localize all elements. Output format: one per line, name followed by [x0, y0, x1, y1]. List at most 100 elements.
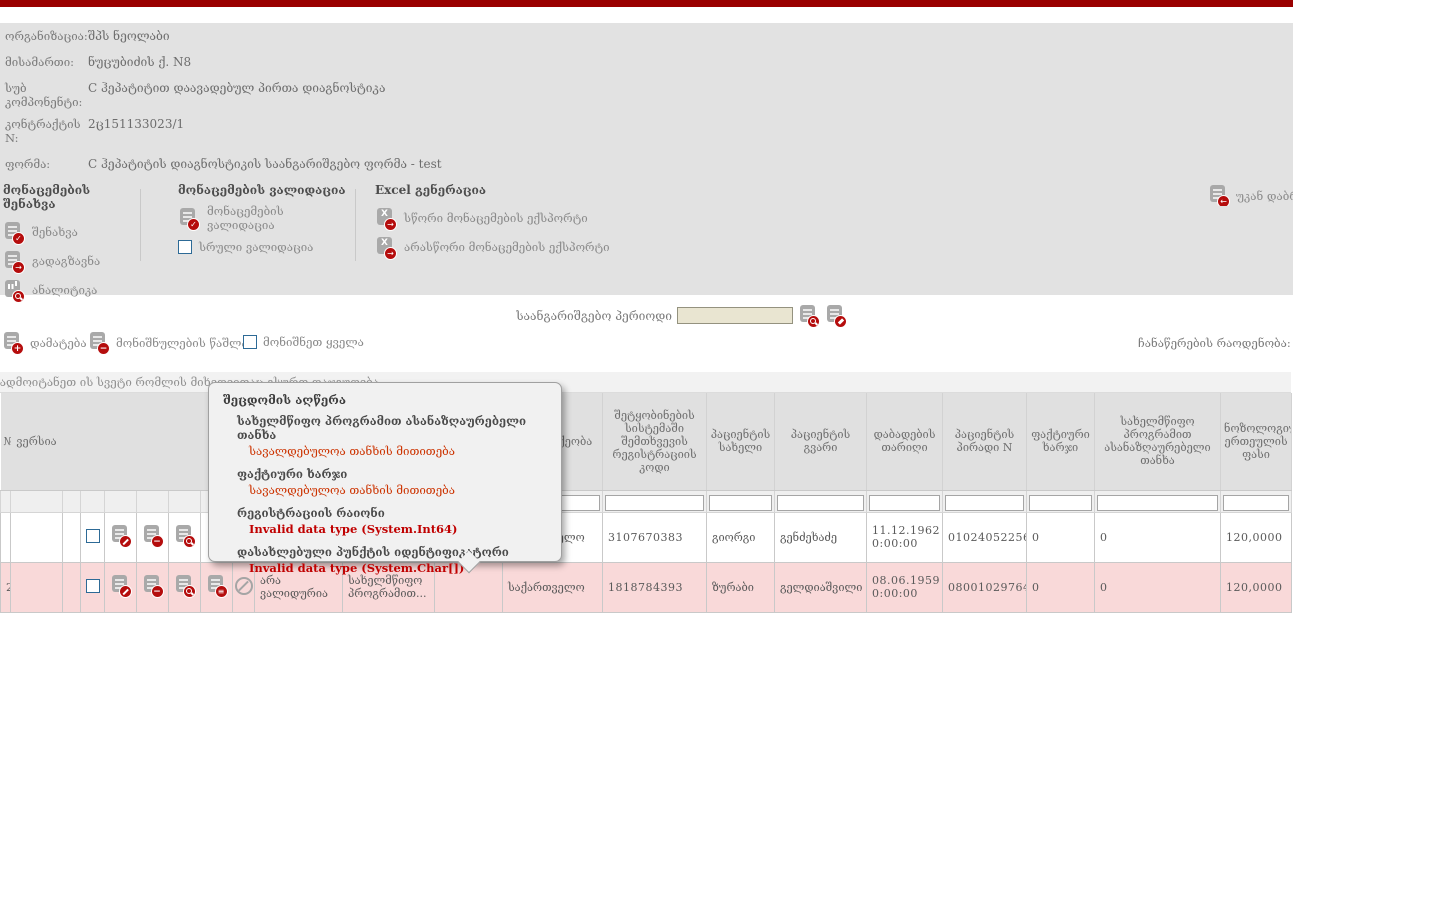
row-program-amount: 0 [1095, 562, 1221, 612]
col-header-reg-code[interactable]: შეტყობინების სისტემაში შემთხვევის რეგისტ… [603, 393, 707, 490]
info-panel: ორგანიზაცია: შპს ნეოლაბი მისამართი: ნუცუ… [0, 23, 1293, 295]
report-period-label: საანგარიშგებო პერიოდი [505, 309, 672, 323]
back-button[interactable]: უკან დაბრუნება [1208, 185, 1293, 206]
row-cell-empty [63, 512, 81, 562]
row-version [11, 562, 63, 612]
actions-row: დამატება მონიშნულების წაშლა მონიშნეთ ყვე… [0, 332, 1293, 358]
excel-group-title: Excel გენერაცია [375, 183, 615, 197]
add-icon [2, 332, 24, 353]
export-invalid-label: არასწორი მონაცემების ექსპორტი [404, 240, 610, 254]
col-header-personal-no[interactable]: პაციენტის პირადი N [943, 393, 1027, 490]
col-header-nosology-price[interactable]: ნოზოლოგიური ერთეულის ფასი [1221, 393, 1292, 490]
col-header-first-name[interactable]: პაციენტის სახელი [707, 393, 775, 490]
delete-selected-button[interactable]: მონიშნულების წაშლა [88, 332, 248, 353]
back-label: უკან დაბრუნება [1236, 189, 1293, 203]
row-checkbox[interactable] [86, 579, 100, 593]
view-row-icon[interactable] [174, 575, 196, 596]
save-button[interactable]: შენახვა [3, 220, 138, 244]
row-actual-cost: 0 [1027, 562, 1095, 612]
filter-input-first-name[interactable] [709, 495, 772, 511]
report-period-input[interactable] [677, 307, 793, 324]
filter-input-nosology-price[interactable] [1223, 495, 1289, 511]
info-row-form: ფორმა: C ჰეპატიტის დიაგნოსტიკის საანგარი… [5, 157, 905, 172]
delete-icon [88, 332, 110, 353]
analytics-button[interactable]: ანალიტიკა [3, 278, 138, 302]
analytics-label: ანალიტიკა [32, 283, 97, 297]
row-checkbox[interactable] [86, 529, 100, 543]
delete-row-icon[interactable] [142, 525, 164, 546]
col-header-empty [63, 393, 81, 490]
validate-icon [178, 208, 200, 229]
export-valid-label: სწორი მონაცემების ექსპორტი [404, 211, 588, 225]
divider [140, 189, 141, 261]
row-nosology-price: 120,0000 [1221, 512, 1292, 562]
subcomponent-label: სუბ კომპონენტი: [5, 81, 88, 110]
delete-selected-label: მონიშნულების წაშლა [116, 336, 248, 350]
save-icon [3, 222, 25, 243]
table-row: საქართველო 3107670383 გიორგი გენძეხაძე 1… [1, 512, 1292, 562]
contract-value: 2ც151133023/1 [88, 117, 184, 146]
col-header-delete [137, 393, 169, 490]
row-errors-icon[interactable] [206, 575, 228, 596]
toolbar: მონაცემების შენახვა შენახვა გადაგზავნა ა… [0, 183, 1293, 295]
grid-header-row: № ვერსია მოქალაქეობა შეტყობინების სისტემ… [1, 393, 1292, 490]
row-reg-code: 3107670383 [603, 512, 707, 562]
error-field: სახელმწიფო პროგრამით ასანაზღაურებელი თან… [237, 414, 561, 442]
send-icon [3, 251, 25, 272]
view-row-icon[interactable] [174, 525, 196, 546]
filter-input-program-amount[interactable] [1097, 495, 1218, 511]
send-button[interactable]: გადაგზავნა [3, 249, 138, 273]
error-tooltip: შეცდომის აღწერა სახელმწიფო პროგრამით ასა… [208, 382, 562, 562]
row-first-name: ზურაბი [707, 562, 775, 612]
add-button[interactable]: დამატება [2, 332, 87, 353]
info-row-subcomponent: სუბ კომპონენტი: C ჰეპატიტით დაავადებულ პ… [5, 81, 905, 110]
col-header-version[interactable]: ვერსია [11, 393, 63, 490]
save-label: შენახვა [32, 225, 78, 239]
filter-input-personal-no[interactable] [945, 495, 1024, 511]
row-last-name: გენძეხაძე [775, 512, 867, 562]
form-label: ფორმა: [5, 157, 88, 172]
filter-input-reg-code[interactable] [605, 495, 704, 511]
clear-filter-icon[interactable] [825, 305, 847, 326]
grid-table: № ვერსია მოქალაქეობა შეტყობინების სისტემ… [0, 393, 1292, 613]
edit-row-icon[interactable] [110, 525, 132, 546]
back-icon [1208, 185, 1230, 206]
error-tooltip-title: შეცდომის აღწერა [223, 393, 561, 407]
error-message: სავალდებულოა თანხის მითითება [249, 444, 561, 458]
excel-export-icon [375, 237, 397, 258]
delete-row-icon[interactable] [142, 575, 164, 596]
col-header-view [169, 393, 201, 490]
col-header-no[interactable]: № [1, 393, 11, 490]
analytics-icon [3, 280, 25, 301]
filter-input-birth-date[interactable] [869, 495, 940, 511]
row-birth-date: 08.06.1959 0:00:00 [867, 562, 943, 612]
col-header-edit [105, 393, 137, 490]
error-field: რეგისტრაციის რაიონი [237, 506, 561, 520]
info-row-organization: ორგანიზაცია: შპს ნეოლაბი [5, 29, 905, 44]
save-group: მონაცემების შენახვა შენახვა გადაგზავნა ა… [3, 183, 138, 307]
search-icon[interactable] [798, 305, 820, 326]
organization-label: ორგანიზაცია: [5, 29, 88, 44]
col-header-last-name[interactable]: პაციენტის გვარი [775, 393, 867, 490]
export-valid-button[interactable]: სწორი მონაცემების ექსპორტი [375, 206, 615, 230]
export-invalid-button[interactable]: არასწორი მონაცემების ექსპორტი [375, 235, 615, 259]
records-count: ჩანაწერების რაოდენობა: [1138, 334, 1293, 351]
excel-group: Excel გენერაცია სწორი მონაცემების ექსპორ… [375, 183, 615, 264]
edit-row-icon[interactable] [110, 575, 132, 596]
full-validation-checkbox[interactable] [178, 240, 192, 254]
validate-button[interactable]: მონაცემების ვალიდაცია [178, 206, 353, 230]
row-version [11, 512, 63, 562]
col-header-birth-date[interactable]: დაბადების თარიღი [867, 393, 943, 490]
col-header-program-amount[interactable]: სახელმწიფო პროგრამით ასანაზღაურებელი თან… [1095, 393, 1221, 490]
organization-value: შპს ნეოლაბი [88, 29, 170, 44]
select-all-checkbox[interactable] [243, 335, 257, 349]
row-nosology-price: 120,0000 [1221, 562, 1292, 612]
filter-input-actual-cost[interactable] [1029, 495, 1092, 511]
grid-filter-row [1, 490, 1292, 512]
filter-input-last-name[interactable] [777, 495, 864, 511]
row-personal-no: 01024052256 [943, 512, 1027, 562]
row-last-name: გელდიაშვილი [775, 562, 867, 612]
validate-label: მონაცემების ვალიდაცია [207, 204, 353, 232]
error-message: სავალდებულოა თანხის მითითება [249, 483, 561, 497]
col-header-actual-cost[interactable]: ფაქტიური ხარჯი [1027, 393, 1095, 490]
